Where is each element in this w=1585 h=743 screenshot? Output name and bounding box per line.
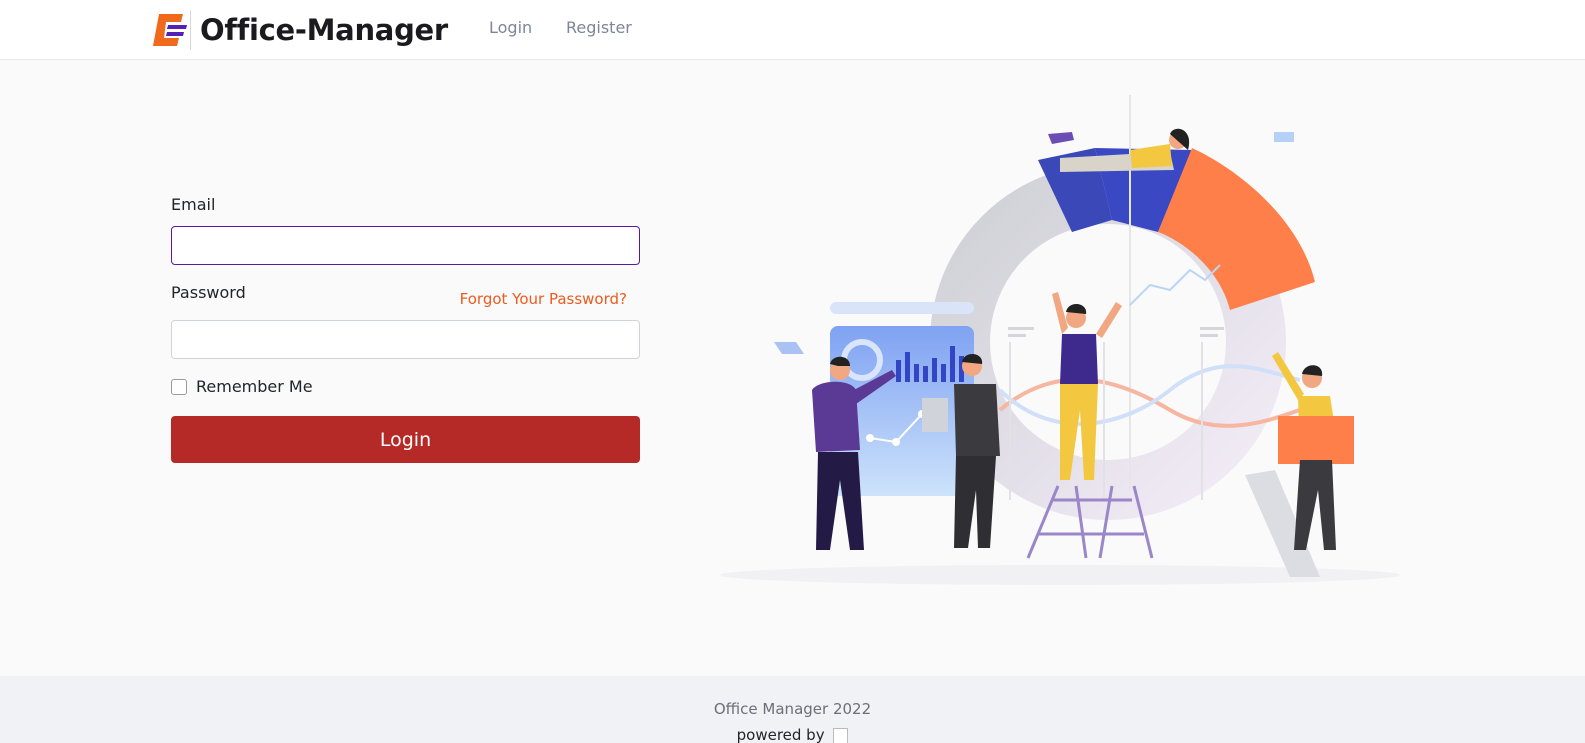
nav-login-link[interactable]: Login [489,18,532,37]
remember-me-row[interactable]: Remember Me [171,377,313,396]
forgot-password-link[interactable]: Forgot Your Password? [460,290,627,308]
remember-me-checkbox[interactable] [171,378,187,395]
nav-register-link[interactable]: Register [566,18,632,37]
footer-copyright: Office Manager 2022 [713,700,872,718]
brand-link[interactable]: Office-Manager [151,10,448,50]
email-label: Email [171,195,216,214]
navbar: Office-Manager Login Register [0,0,1585,60]
login-button[interactable]: Login [171,416,640,463]
password-label: Password [171,283,246,302]
footer: Office Manager 2022 powered by [0,676,1585,743]
powered-by: powered by [0,726,1585,743]
broken-image-icon [833,727,849,743]
office-manager-logo-icon [151,10,191,50]
team-analytics-illustration-icon [700,80,1420,590]
brand-name: Office-Manager [200,13,448,47]
remember-me-label: Remember Me [196,377,313,396]
powered-by-label: powered by [736,726,825,743]
email-field[interactable] [171,226,640,265]
password-field[interactable] [171,320,640,359]
